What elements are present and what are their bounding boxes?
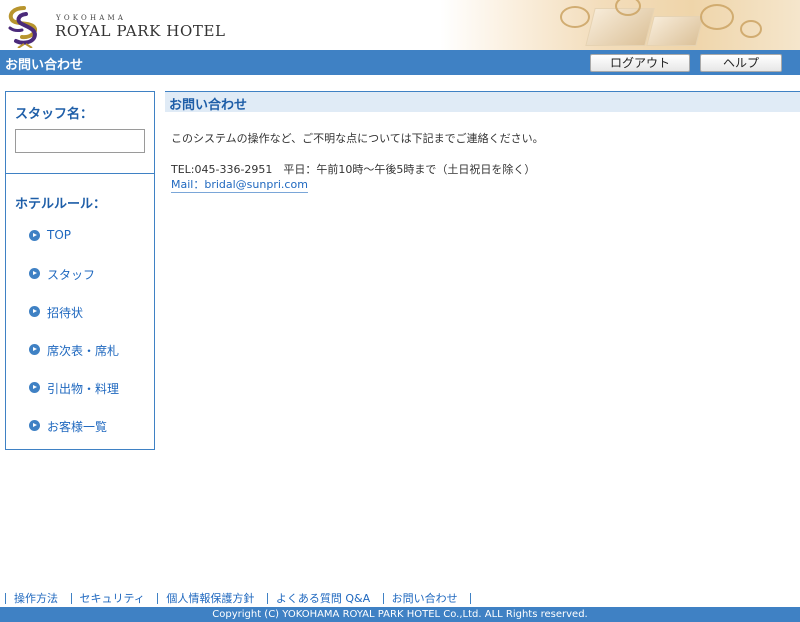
footer-separator <box>5 592 6 604</box>
hotel-logo-icon <box>8 6 37 48</box>
footer-link-security[interactable]: セキュリティ <box>80 592 145 605</box>
footer-separator <box>70 592 72 604</box>
sidebar-divider <box>6 173 154 174</box>
contact-intro-text: このシステムの操作など、ご不明な点については下記までご連絡ください。 <box>171 132 544 145</box>
logout-button[interactable]: ログアウト <box>590 54 690 72</box>
sidebar-item-label: 席次表・席札 <box>47 344 120 358</box>
staff-name-input[interactable] <box>15 129 145 153</box>
content-heading-bar: お問い合わせ <box>165 91 800 113</box>
footer-link-faq[interactable]: よくある質問 Q&A <box>276 592 370 605</box>
contact-mail-link[interactable]: Mail：bridal@sunpri.com <box>171 176 308 193</box>
footer-separator <box>470 592 472 604</box>
footer-separator <box>157 592 159 604</box>
footer-link-contact[interactable]: お問い合わせ <box>392 592 458 605</box>
circle-arrow-icon <box>29 268 40 279</box>
title-bar: お問い合わせ ログアウト ヘルプ <box>0 50 800 75</box>
sidebar-item-label: スタッフ <box>47 268 96 282</box>
footer-link-operation[interactable]: 操作方法 <box>14 592 58 605</box>
circle-arrow-icon <box>29 420 40 431</box>
circle-arrow-icon <box>29 382 40 393</box>
footer-separator <box>266 592 268 604</box>
sidebar: スタッフ名： ホテルルール： TOP スタッフ 招待状 席次表・席札 引出物・料… <box>5 91 155 450</box>
header: YOKOHAMA ROYAL PARK HOTEL <box>0 0 800 50</box>
footer-link-privacy[interactable]: 個人情報保護方針 <box>166 592 254 605</box>
staff-name-label: スタッフ名： <box>15 107 94 122</box>
content-heading: お問い合わせ <box>169 98 248 113</box>
sidebar-item-label: TOP <box>47 228 72 242</box>
help-button[interactable]: ヘルプ <box>700 54 782 72</box>
copyright-bar: Copyright (C) YOKOHAMA ROYAL PARK HOTEL … <box>0 607 800 622</box>
logo-text-main: ROYAL PARK HOTEL <box>55 22 226 40</box>
hotel-rules-label: ホテルルール： <box>15 197 107 212</box>
sidebar-item-label: 招待状 <box>47 306 84 320</box>
sidebar-item-label: お客様一覧 <box>47 420 108 434</box>
circle-arrow-icon <box>29 344 40 355</box>
circle-arrow-icon <box>29 306 40 317</box>
logo-text-small: YOKOHAMA <box>56 14 127 22</box>
footer-links: 操作方法 セキュリティ 個人情報保護方針 よくある質問 Q&A お問い合わせ <box>5 590 479 605</box>
sidebar-item-label: 引出物・料理 <box>47 382 120 396</box>
footer-separator <box>382 592 384 604</box>
contact-phone-text: TEL:045-336-2951 平日：午前10時～午後5時まで（土日祝日を除く… <box>171 163 536 176</box>
header-photo <box>440 0 800 50</box>
page-title: お問い合わせ <box>5 58 84 73</box>
circle-arrow-icon <box>29 230 40 241</box>
